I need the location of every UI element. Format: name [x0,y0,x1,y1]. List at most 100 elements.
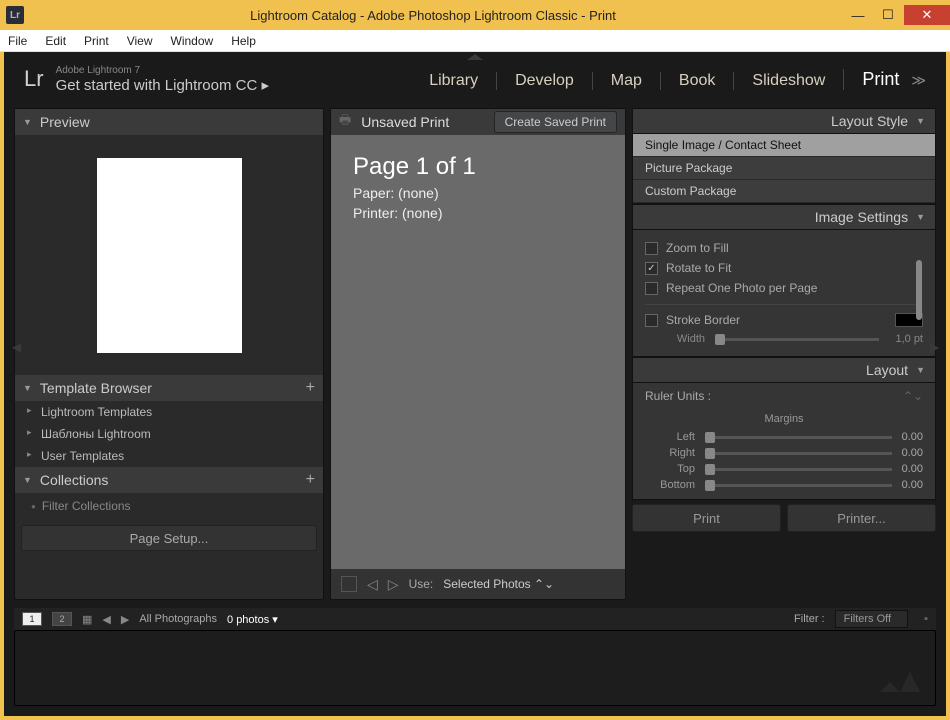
add-collection-icon[interactable]: + [306,471,315,489]
ruler-units-label: Ruler Units : [645,389,711,403]
right-panel: Layout Style ▼ Single Image / Contact Sh… [632,108,936,600]
left-panel: ▼ Preview ▼ Template Browser + Lightroom… [14,108,324,600]
menu-view[interactable]: View [127,34,153,48]
chevron-down-icon: ▼ [916,212,925,222]
back-icon[interactable]: ◀ [102,613,110,626]
margins-label: Margins [633,409,935,429]
template-browser-label: Template Browser [40,380,152,396]
layout-header[interactable]: Layout ▼ [632,357,936,383]
photo-count[interactable]: 0 photos ▾ [227,613,278,626]
use-selector[interactable]: Selected Photos ⌃⌄ [443,577,554,591]
margin-right-label: Right [645,447,695,459]
margin-bottom-slider[interactable] [705,484,892,487]
close-button[interactable]: ✕ [904,5,950,25]
template-folder[interactable]: Шаблоны Lightroom [15,423,323,445]
forward-icon[interactable]: ▶ [121,613,129,626]
zoom-to-fill-checkbox[interactable] [645,242,658,255]
page-setup-button[interactable]: Page Setup... [21,525,317,551]
filter-lock-icon[interactable]: ▪ [924,613,928,625]
margin-right-slider[interactable] [705,452,892,455]
stroke-width-value: 1,0 pt [889,333,923,345]
rotate-to-fit-checkbox[interactable]: ✓ [645,262,658,275]
stroke-border-checkbox[interactable] [645,314,658,327]
template-folder[interactable]: User Templates [15,445,323,467]
selection-checkbox[interactable] [341,576,357,592]
page-count-label: Page 1 of 1 [353,153,603,181]
layout-style-item[interactable]: Single Image / Contact Sheet [633,134,935,157]
grid-icon[interactable]: ▦ [82,613,92,626]
menu-window[interactable]: Window [171,34,214,48]
chevron-down-icon: ▼ [916,116,925,126]
template-folder[interactable]: Lightroom Templates [15,401,323,423]
collections-header[interactable]: ▼ Collections + [15,467,323,493]
view-mode-2[interactable]: 2 [52,612,72,626]
image-settings-label: Image Settings [815,209,908,225]
margin-right-value: 0.00 [902,447,923,459]
view-mode-1[interactable]: 1 [22,612,42,626]
margin-top-value: 0.00 [902,463,923,475]
filmstrip-body[interactable] [14,630,936,706]
ruler-units-selector[interactable]: ⌃⌄ [903,389,923,403]
right-panel-toggle[interactable]: ▶ [930,340,938,354]
module-map[interactable]: Map [592,72,642,90]
preview-body [15,135,323,375]
module-tabs: Library Develop Map Book Slideshow Print… [429,69,926,90]
layout-style-item[interactable]: Custom Package [633,180,935,203]
filmstrip: 1 2 ▦ ◀ ▶ All Photographs 0 photos ▾ Fil… [14,608,936,706]
stroke-width-slider[interactable] [715,338,879,341]
watermark-icon [875,657,925,697]
margin-left-value: 0.00 [902,431,923,443]
margin-bottom-value: 0.00 [902,479,923,491]
maximize-button[interactable]: ☐ [874,5,902,25]
module-book[interactable]: Book [660,72,715,90]
source-label[interactable]: All Photographs [139,613,217,625]
menu-edit[interactable]: Edit [45,34,66,48]
layout-style-label: Layout Style [831,113,908,129]
printer-button[interactable]: Printer... [787,504,936,532]
margin-top-slider[interactable] [705,468,892,471]
titlebar: Lr Lightroom Catalog - Adobe Photoshop L… [0,0,950,30]
prev-page-icon[interactable]: ◁ [367,576,378,593]
preview-panel-header[interactable]: ▼ Preview [15,109,323,135]
template-browser-header[interactable]: ▼ Template Browser + [15,375,323,401]
module-develop[interactable]: Develop [496,72,574,90]
preview-label: Preview [40,114,90,130]
create-saved-print-button[interactable]: Create Saved Print [494,111,617,133]
menu-file[interactable]: File [8,34,27,48]
next-page-icon[interactable]: ▷ [388,576,399,593]
print-button[interactable]: Print [632,504,781,532]
center-panel: 🖶 Unsaved Print Create Saved Print Page … [330,108,626,600]
app-icon: Lr [6,6,24,24]
module-print[interactable]: Print [843,69,899,90]
filter-collections-input[interactable]: Filter Collections [23,495,315,517]
margin-bottom-label: Bottom [645,479,695,491]
chevron-down-icon: ▼ [916,365,925,375]
rotate-to-fit-label: Rotate to Fit [666,261,731,275]
margin-left-slider[interactable] [705,436,892,439]
menu-print[interactable]: Print [84,34,109,48]
zoom-to-fill-label: Zoom to Fill [666,241,729,255]
preview-page [97,158,242,353]
image-settings-header[interactable]: Image Settings ▼ [632,204,936,230]
chevron-down-icon: ▼ [23,383,32,393]
layout-style-header[interactable]: Layout Style ▼ [632,108,936,134]
unsaved-print-label: Unsaved Print [361,114,449,130]
layout-label: Layout [866,362,908,378]
menu-help[interactable]: Help [231,34,256,48]
filter-selector[interactable]: Filters Off [835,610,908,628]
module-library[interactable]: Library [429,72,478,90]
paper-label: Paper: (none) [353,185,603,201]
module-slideshow[interactable]: Slideshow [733,72,825,90]
chevron-down-icon: ▼ [23,117,32,127]
module-header: Lr Adobe Lightroom 7 Get started with Li… [14,58,936,108]
add-template-icon[interactable]: + [306,379,315,397]
brand-cta[interactable]: Get started with Lightroom CC ▸ [56,76,269,94]
menubar: File Edit Print View Window Help [0,30,950,52]
layout-style-item[interactable]: Picture Package [633,157,935,180]
repeat-one-checkbox[interactable] [645,282,658,295]
minimize-button[interactable]: — [844,5,872,25]
left-panel-toggle[interactable]: ◀ [12,340,20,354]
window-title: Lightroom Catalog - Adobe Photoshop Ligh… [24,8,842,23]
module-overflow-icon[interactable]: ≫ [911,72,926,89]
right-scrollbar[interactable] [916,260,922,320]
